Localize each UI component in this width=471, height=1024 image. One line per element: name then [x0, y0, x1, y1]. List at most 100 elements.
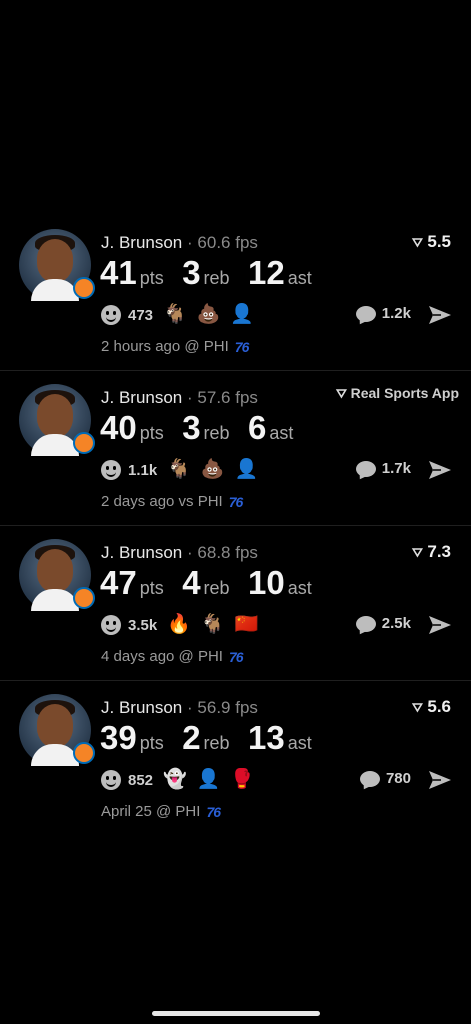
- post-card[interactable]: J. Brunson · 57.6 fps ⛛ Real Sports App 4…: [0, 371, 471, 526]
- rating[interactable]: ⛛ 7.3: [412, 542, 451, 562]
- assists-label: ast: [269, 423, 294, 443]
- game-info[interactable]: 2 days ago vs PHI 76: [101, 493, 244, 510]
- avatar-face: [37, 239, 73, 283]
- comments-button[interactable]: 2.5k: [355, 615, 411, 632]
- avatar[interactable]: [19, 539, 95, 611]
- reactions-count[interactable]: 3.5k: [128, 617, 157, 634]
- comments-button[interactable]: 1.2k: [355, 305, 411, 322]
- rating-value: 5.6: [427, 697, 451, 716]
- player-face-icon[interactable]: 👤: [235, 459, 259, 481]
- boxing-gloves-icon[interactable]: 🥊: [230, 769, 254, 791]
- player-name[interactable]: J. Brunson: [101, 233, 182, 252]
- share-icon[interactable]: [428, 770, 452, 790]
- sixers-logo-icon: 76: [234, 338, 250, 355]
- comments-count: 2.5k: [381, 615, 411, 632]
- avatar-face: [37, 704, 73, 748]
- sixers-logo-text: 76: [206, 803, 221, 820]
- assists-value: 12: [248, 254, 285, 291]
- reactions-bar: 473 🐐 💩 👤: [101, 303, 254, 327]
- fire-icon[interactable]: 🔥: [167, 614, 191, 636]
- player-face-icon[interactable]: 👤: [197, 769, 221, 791]
- game-info[interactable]: 2 hours ago @ PHI 76: [101, 338, 250, 355]
- reactions-bar: 3.5k 🔥 🐐 🇨🇳: [101, 613, 258, 637]
- avatar-face: [37, 394, 73, 438]
- player-name-line[interactable]: J. Brunson · 56.9 fps: [101, 698, 258, 718]
- reactions-count[interactable]: 473: [128, 307, 153, 324]
- comment-bubble-icon: [355, 305, 376, 322]
- reactions-count[interactable]: 852: [128, 772, 153, 789]
- rating[interactable]: ⛛ 5.5: [412, 232, 451, 252]
- add-reaction-icon[interactable]: [101, 460, 121, 480]
- post-card[interactable]: J. Brunson · 60.6 fps ⛛ 5.5 41 pts 3 reb 12…: [0, 216, 471, 371]
- assists-label: ast: [287, 578, 312, 598]
- knicks-logo-icon: [73, 742, 95, 764]
- game-time: 2 hours ago @ PHI: [101, 338, 229, 355]
- game-time: April 25 @ PHI: [101, 803, 201, 820]
- post-card[interactable]: J. Brunson · 68.8 fps ⛛ 7.3 47 pts 4 reb 10…: [0, 526, 471, 681]
- player-name[interactable]: J. Brunson: [101, 698, 182, 717]
- reactions-count[interactable]: 1.1k: [128, 462, 157, 479]
- stat-line: 41 pts 3 reb 12 ast: [100, 254, 326, 292]
- add-reaction-icon[interactable]: [101, 770, 121, 790]
- rating-flag-icon: ⛛: [335, 386, 347, 401]
- player-name[interactable]: J. Brunson: [101, 388, 182, 407]
- assists-value: 13: [248, 719, 285, 756]
- sixers-logo-text: 76: [234, 338, 250, 355]
- stat-line: 47 pts 4 reb 10 ast: [100, 564, 326, 602]
- post-card[interactable]: J. Brunson · 56.9 fps ⛛ 5.6 39 pts 2 reb 13…: [0, 681, 471, 836]
- home-indicator[interactable]: [152, 1011, 320, 1016]
- sixers-logo-text: 76: [228, 648, 244, 665]
- rating-value: 7.3: [427, 542, 451, 561]
- rebounds-label: reb: [203, 423, 230, 443]
- rebounds-value: 2: [182, 719, 201, 756]
- player-name[interactable]: J. Brunson: [101, 543, 182, 562]
- assists-value: 6: [248, 409, 267, 446]
- avatar[interactable]: [19, 229, 95, 301]
- player-face-icon[interactable]: 👤: [230, 304, 254, 326]
- goat-icon[interactable]: 🐐: [201, 614, 225, 636]
- share-icon[interactable]: [428, 615, 452, 635]
- rating-flag-icon: ⛛: [412, 235, 424, 250]
- rating[interactable]: ⛛ Real Sports App: [336, 385, 459, 402]
- separator-dot: ·: [187, 698, 193, 717]
- rating-flag-icon: ⛛: [412, 700, 424, 715]
- rebounds-value: 3: [182, 409, 201, 446]
- china-flag-icon[interactable]: 🇨🇳: [235, 614, 259, 636]
- assists-value: 10: [248, 564, 285, 601]
- add-reaction-icon[interactable]: [101, 615, 121, 635]
- separator-dot: ·: [187, 388, 193, 407]
- comments-button[interactable]: 780: [359, 770, 411, 787]
- avatar[interactable]: [19, 694, 95, 766]
- rebounds-label: reb: [203, 733, 230, 753]
- avatar-face: [37, 549, 73, 593]
- goat-icon[interactable]: 🐐: [167, 459, 191, 481]
- player-name-line[interactable]: J. Brunson · 68.8 fps: [101, 543, 258, 563]
- rebounds-value: 4: [182, 564, 201, 601]
- share-icon[interactable]: [428, 305, 452, 325]
- rating[interactable]: ⛛ 5.6: [412, 697, 451, 717]
- player-name-line[interactable]: J. Brunson · 57.6 fps: [101, 388, 258, 408]
- comments-count: 1.2k: [381, 305, 411, 322]
- player-name-line[interactable]: J. Brunson · 60.6 fps: [101, 233, 258, 253]
- sixers-logo-icon: 76: [228, 648, 244, 665]
- comments-button[interactable]: 1.7k: [355, 460, 411, 477]
- avatar[interactable]: [19, 384, 95, 456]
- points-label: pts: [139, 578, 164, 598]
- avatar-jersey: [31, 744, 79, 766]
- rebounds-value: 3: [182, 254, 201, 291]
- reactions-bar: 1.1k 🐐 💩 👤: [101, 458, 258, 482]
- sixers-logo-icon: 76: [229, 494, 244, 510]
- ghost-icon[interactable]: 👻: [163, 769, 187, 791]
- points-value: 47: [100, 564, 137, 601]
- poop-icon[interactable]: 💩: [201, 459, 225, 481]
- share-icon[interactable]: [428, 460, 452, 480]
- reactions-bar: 852 👻 👤 🥊: [101, 768, 254, 792]
- fps-value: 56.9 fps: [197, 698, 258, 717]
- game-info[interactable]: April 25 @ PHI 76: [101, 803, 221, 820]
- game-info[interactable]: 4 days ago @ PHI 76: [101, 648, 244, 665]
- poop-icon[interactable]: 💩: [197, 304, 221, 326]
- add-reaction-icon[interactable]: [101, 305, 121, 325]
- knicks-logo-icon: [73, 432, 95, 454]
- goat-icon[interactable]: 🐐: [163, 304, 187, 326]
- game-time: 4 days ago @ PHI: [101, 648, 223, 665]
